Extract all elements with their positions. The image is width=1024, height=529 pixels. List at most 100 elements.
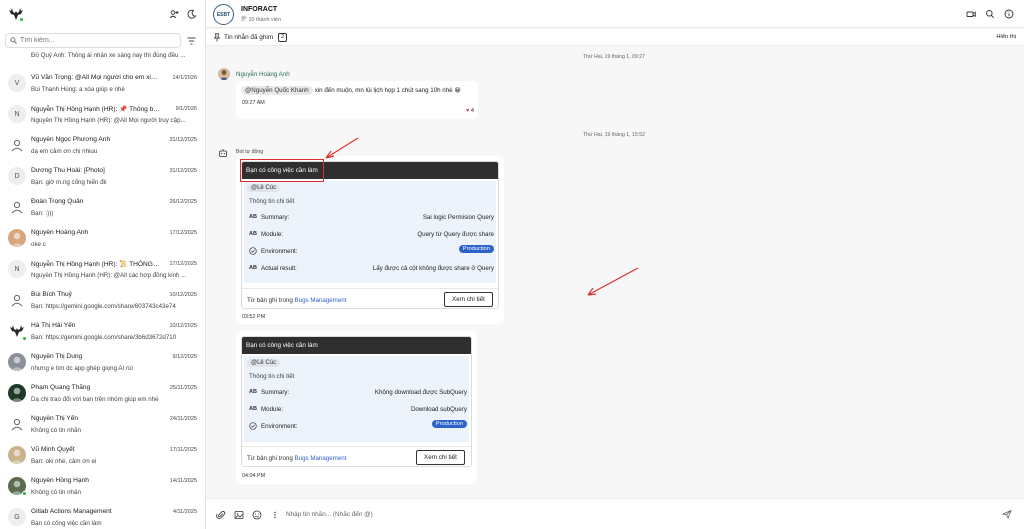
group-members[interactable]: 10 thành viên	[241, 16, 281, 23]
conversation-last-message: dạ em cảm ơn chị nhiuu	[31, 148, 98, 155]
sender-name[interactable]: Nguyễn Hoàng Anh	[236, 71, 290, 78]
conversation-item[interactable]: N Nguyễn Thị Hồng Hạnh (HR): 📜 THÔNG B...…	[0, 254, 205, 285]
conversation-name: Vũ Minh Quyết	[31, 446, 75, 453]
conversation-last-message: Nguyễn Thị Hồng Hạnh (HR): @All các hợp …	[31, 272, 187, 279]
avatar-initial: N	[14, 265, 20, 273]
conversation-name: Nguyễn Hồng Hạnh	[31, 477, 89, 484]
conversation-item[interactable]: Nguyễn Thị Dung 9/12/2025 nhưng e tìm dc a…	[0, 347, 205, 378]
user-icon	[11, 139, 23, 152]
conversation-last-message: nhưng e tìm dc app ghép giọng AI rùi	[31, 365, 133, 372]
conversation-item[interactable]: Đoàn Trọng Quân 26/12/2025 Bạn: :)))	[0, 192, 205, 223]
message-text: xin đến muộn, mn lùi lịch họp 1 chút san…	[314, 87, 461, 94]
members-icon	[241, 16, 247, 21]
module-field: AB Module: Download subQuery	[249, 406, 467, 418]
dark-mode-icon[interactable]	[187, 9, 197, 19]
send-icon[interactable]	[1002, 509, 1012, 519]
conversation-last-message: Bạn: :)))	[31, 210, 54, 217]
source-prefix: Từ bản ghi trong	[247, 297, 293, 304]
highlight-box	[240, 159, 324, 182]
conversation-name: Nguyễn Thị Hồng Hạnh (HR): 📌 Thông bá...	[31, 106, 161, 113]
sidebar: Đỗ Quý Anh: Thông ái nhận xe sáng nay th…	[0, 0, 206, 529]
conversation-last-message: Nguyễn Thị Hồng Hạnh (HR): @All Mọi ngườ…	[31, 117, 186, 124]
conversation-avatar	[8, 136, 26, 154]
conversation-last-message: Đỗ Quý Anh: Thông ái nhận xe sáng nay th…	[31, 52, 186, 59]
more-options-icon[interactable]	[270, 510, 280, 520]
conversation-date: 17/12/2025	[169, 230, 197, 236]
conversation-avatar: G	[8, 508, 26, 526]
conversation-name: Gitlab Actions Management	[31, 508, 112, 515]
conversation-item[interactable]: Nguyễn Hồng Hạnh 14/11/2025 Không có tin n…	[0, 471, 205, 502]
conversation-name: Nguyễn Thị Dung	[31, 353, 83, 360]
conversation-item[interactable]: V Vũ Văn Trọng: @All Mọi người cho em xin…	[0, 68, 205, 99]
show-pinned-button[interactable]: Hiển thị	[996, 34, 1016, 40]
online-status-dot	[22, 491, 27, 496]
conversation-item[interactable]: Hà Thị Hải Yến 10/12/2025 Bạn: https://gem…	[0, 316, 205, 347]
conversation-date: 24/11/2025	[169, 416, 197, 422]
conversation-item[interactable]: Nguyễn Ngọc Phương Anh 31/12/2025 dạ em cả…	[0, 130, 205, 161]
message-input[interactable]	[286, 507, 926, 522]
mention-tag[interactable]: @Nguyễn Quốc Khanh	[241, 86, 313, 95]
conversation-date: 10/12/2025	[169, 323, 197, 329]
group-name[interactable]: INFORACT	[241, 6, 277, 13]
conversation-item[interactable]: Nguyễn Thị Yến 24/11/2025 Không có tin nhắ…	[0, 409, 205, 440]
text-field-icon: AB	[249, 406, 257, 412]
conversation-item[interactable]: Phạm Quang Thắng 25/11/2025 Dạ chị trao đổ…	[0, 378, 205, 409]
photo-avatar-icon	[10, 356, 24, 371]
conversation-date: 25/11/2025	[169, 385, 197, 391]
conversation-date: 17/11/2025	[169, 447, 197, 453]
field-label: Module:	[261, 231, 284, 238]
info-icon[interactable]	[1004, 9, 1014, 19]
add-user-icon[interactable]	[169, 9, 179, 19]
online-status-dot	[22, 336, 27, 341]
pinned-bar[interactable]: Tin nhắn đã ghim 2 Hiển thị	[206, 29, 1024, 46]
text-field-icon: AB	[249, 214, 257, 220]
avatar-initial: N	[14, 110, 20, 118]
search-box[interactable]	[5, 33, 181, 48]
user-icon	[11, 294, 23, 307]
search-input[interactable]	[20, 37, 170, 44]
conversation-date: 14/1/2026	[172, 75, 197, 81]
conversation-item[interactable]: N Nguyễn Thị Hồng Hạnh (HR): 📌 Thông bá..…	[0, 99, 205, 130]
conversation-last-message: Bùi Thanh Hùng: a xóa giúp e nhé	[31, 86, 125, 93]
conversation-list: Đỗ Quý Anh: Thông ái nhận xe sáng nay th…	[0, 50, 205, 529]
user-icon	[11, 418, 23, 431]
image-icon[interactable]	[234, 510, 244, 520]
conversation-item[interactable]: Vũ Minh Quyết 17/11/2025 Bạn: oki nhé, cảm…	[0, 440, 205, 471]
field-label: Module:	[261, 406, 284, 413]
pinned-label: Tin nhắn đã ghim	[224, 34, 274, 41]
field-label: Summary:	[261, 214, 290, 221]
group-avatar[interactable]: ESBT	[213, 4, 234, 25]
conversation-date: 10/12/2025	[169, 292, 197, 298]
filter-icon[interactable]	[187, 37, 196, 45]
user-icon	[11, 201, 23, 214]
avatar-initial: D	[14, 172, 20, 180]
conversation-avatar	[8, 291, 26, 309]
composer	[206, 498, 1024, 529]
assignee-tag[interactable]: @Lê Cúc	[247, 184, 281, 192]
online-status-dot	[19, 17, 24, 22]
assignee-tag[interactable]: @Lê Cúc	[247, 359, 281, 367]
reaction-badge[interactable]: ♥ 4	[466, 108, 474, 114]
conversation-item[interactable]: Đỗ Quý Anh: Thông ái nhận xe sáng nay th…	[0, 50, 205, 68]
video-call-icon[interactable]	[966, 9, 976, 19]
check-circle-icon	[249, 422, 257, 430]
field-value: Download subQuery	[410, 406, 467, 413]
conversation-item[interactable]: Bùi Bích Thuỷ 10/12/2025 Bạn: https://gemi…	[0, 285, 205, 316]
conversation-avatar	[8, 229, 26, 247]
conversation-last-message: Bạn: giờ m.ng cống hiến đk	[31, 179, 107, 186]
view-detail-button[interactable]: Xem chi tiết	[416, 450, 465, 465]
attach-icon[interactable]	[216, 510, 226, 520]
message-time: 04:04 PM	[242, 473, 266, 479]
emoji-icon[interactable]	[252, 510, 262, 520]
search-chat-icon[interactable]	[985, 9, 995, 19]
conversation-item[interactable]: D Dương Thu Hoài: [Photo] 31/12/2025 Bạn: g…	[0, 161, 205, 192]
conversation-item[interactable]: G Gitlab Actions Management 4/11/2025 Bạn c…	[0, 502, 205, 529]
sender-avatar[interactable]	[218, 68, 230, 80]
conversation-avatar: N	[8, 260, 26, 278]
bot-message-bubble: Bạn có công việc cần làm @Lê Cúc Thông t…	[236, 331, 477, 484]
card-title: Bạn có công việc cần làm	[242, 337, 471, 354]
bugs-management-link[interactable]: Bugs Management	[295, 455, 347, 462]
day-separator: Thứ Hai, 19 tháng 1, 09:27	[583, 54, 646, 60]
conversation-item[interactable]: Nguyễn Hoàng Anh 17/12/2025 oke c	[0, 223, 205, 254]
annotation-arrows	[325, 137, 639, 296]
